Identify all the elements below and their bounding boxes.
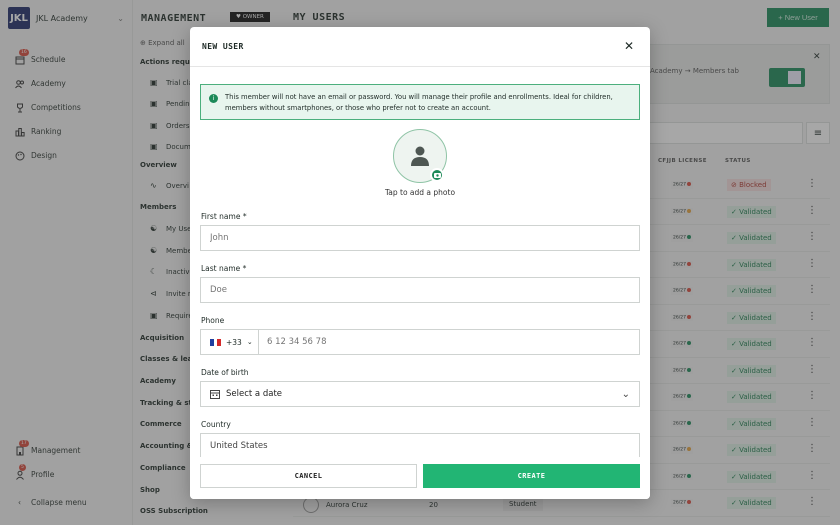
info-icon: i (209, 94, 218, 103)
notice-text: This member will not have an email or pa… (225, 93, 613, 112)
dob-label: Date of birth (201, 368, 249, 377)
phone-label: Phone (201, 316, 225, 325)
photo-hint: Tap to add a photo (384, 188, 456, 197)
close-icon[interactable]: ✕ (624, 39, 634, 53)
first-name-label: First name * (201, 212, 247, 221)
chevron-down-icon: ⌄ (246, 338, 253, 346)
dialog-header: NEW USER ✕ (190, 27, 650, 67)
phone-input[interactable] (259, 330, 639, 354)
last-name-label: Last name * (201, 264, 247, 273)
date-placeholder: Select a date (226, 389, 283, 399)
chevron-down-icon: ⌄ (621, 388, 630, 400)
dialog-title: NEW USER (202, 42, 244, 51)
dialog-footer: CANCEL CREATE (190, 457, 650, 499)
info-notice: i This member will not have an email or … (200, 84, 640, 120)
france-flag-icon (210, 338, 222, 346)
camera-icon[interactable] (430, 168, 444, 182)
date-picker[interactable]: Select a date ⌄ (200, 381, 640, 407)
first-name-input[interactable] (200, 225, 640, 251)
country-select[interactable]: United States (200, 433, 640, 459)
new-user-dialog: NEW USER ✕ i This member will not have a… (190, 27, 650, 499)
cancel-button[interactable]: CANCEL (200, 464, 417, 488)
calendar-icon (210, 390, 220, 399)
country-value: United States (210, 441, 268, 451)
country-label: Country (201, 420, 231, 429)
last-name-input[interactable] (200, 277, 640, 303)
create-button[interactable]: CREATE (423, 464, 640, 488)
country-code-value: +33 (226, 337, 242, 347)
phone-field: +33 ⌄ (200, 329, 640, 355)
avatar-placeholder-icon (411, 146, 429, 166)
country-code-select[interactable]: +33 ⌄ (201, 330, 259, 354)
